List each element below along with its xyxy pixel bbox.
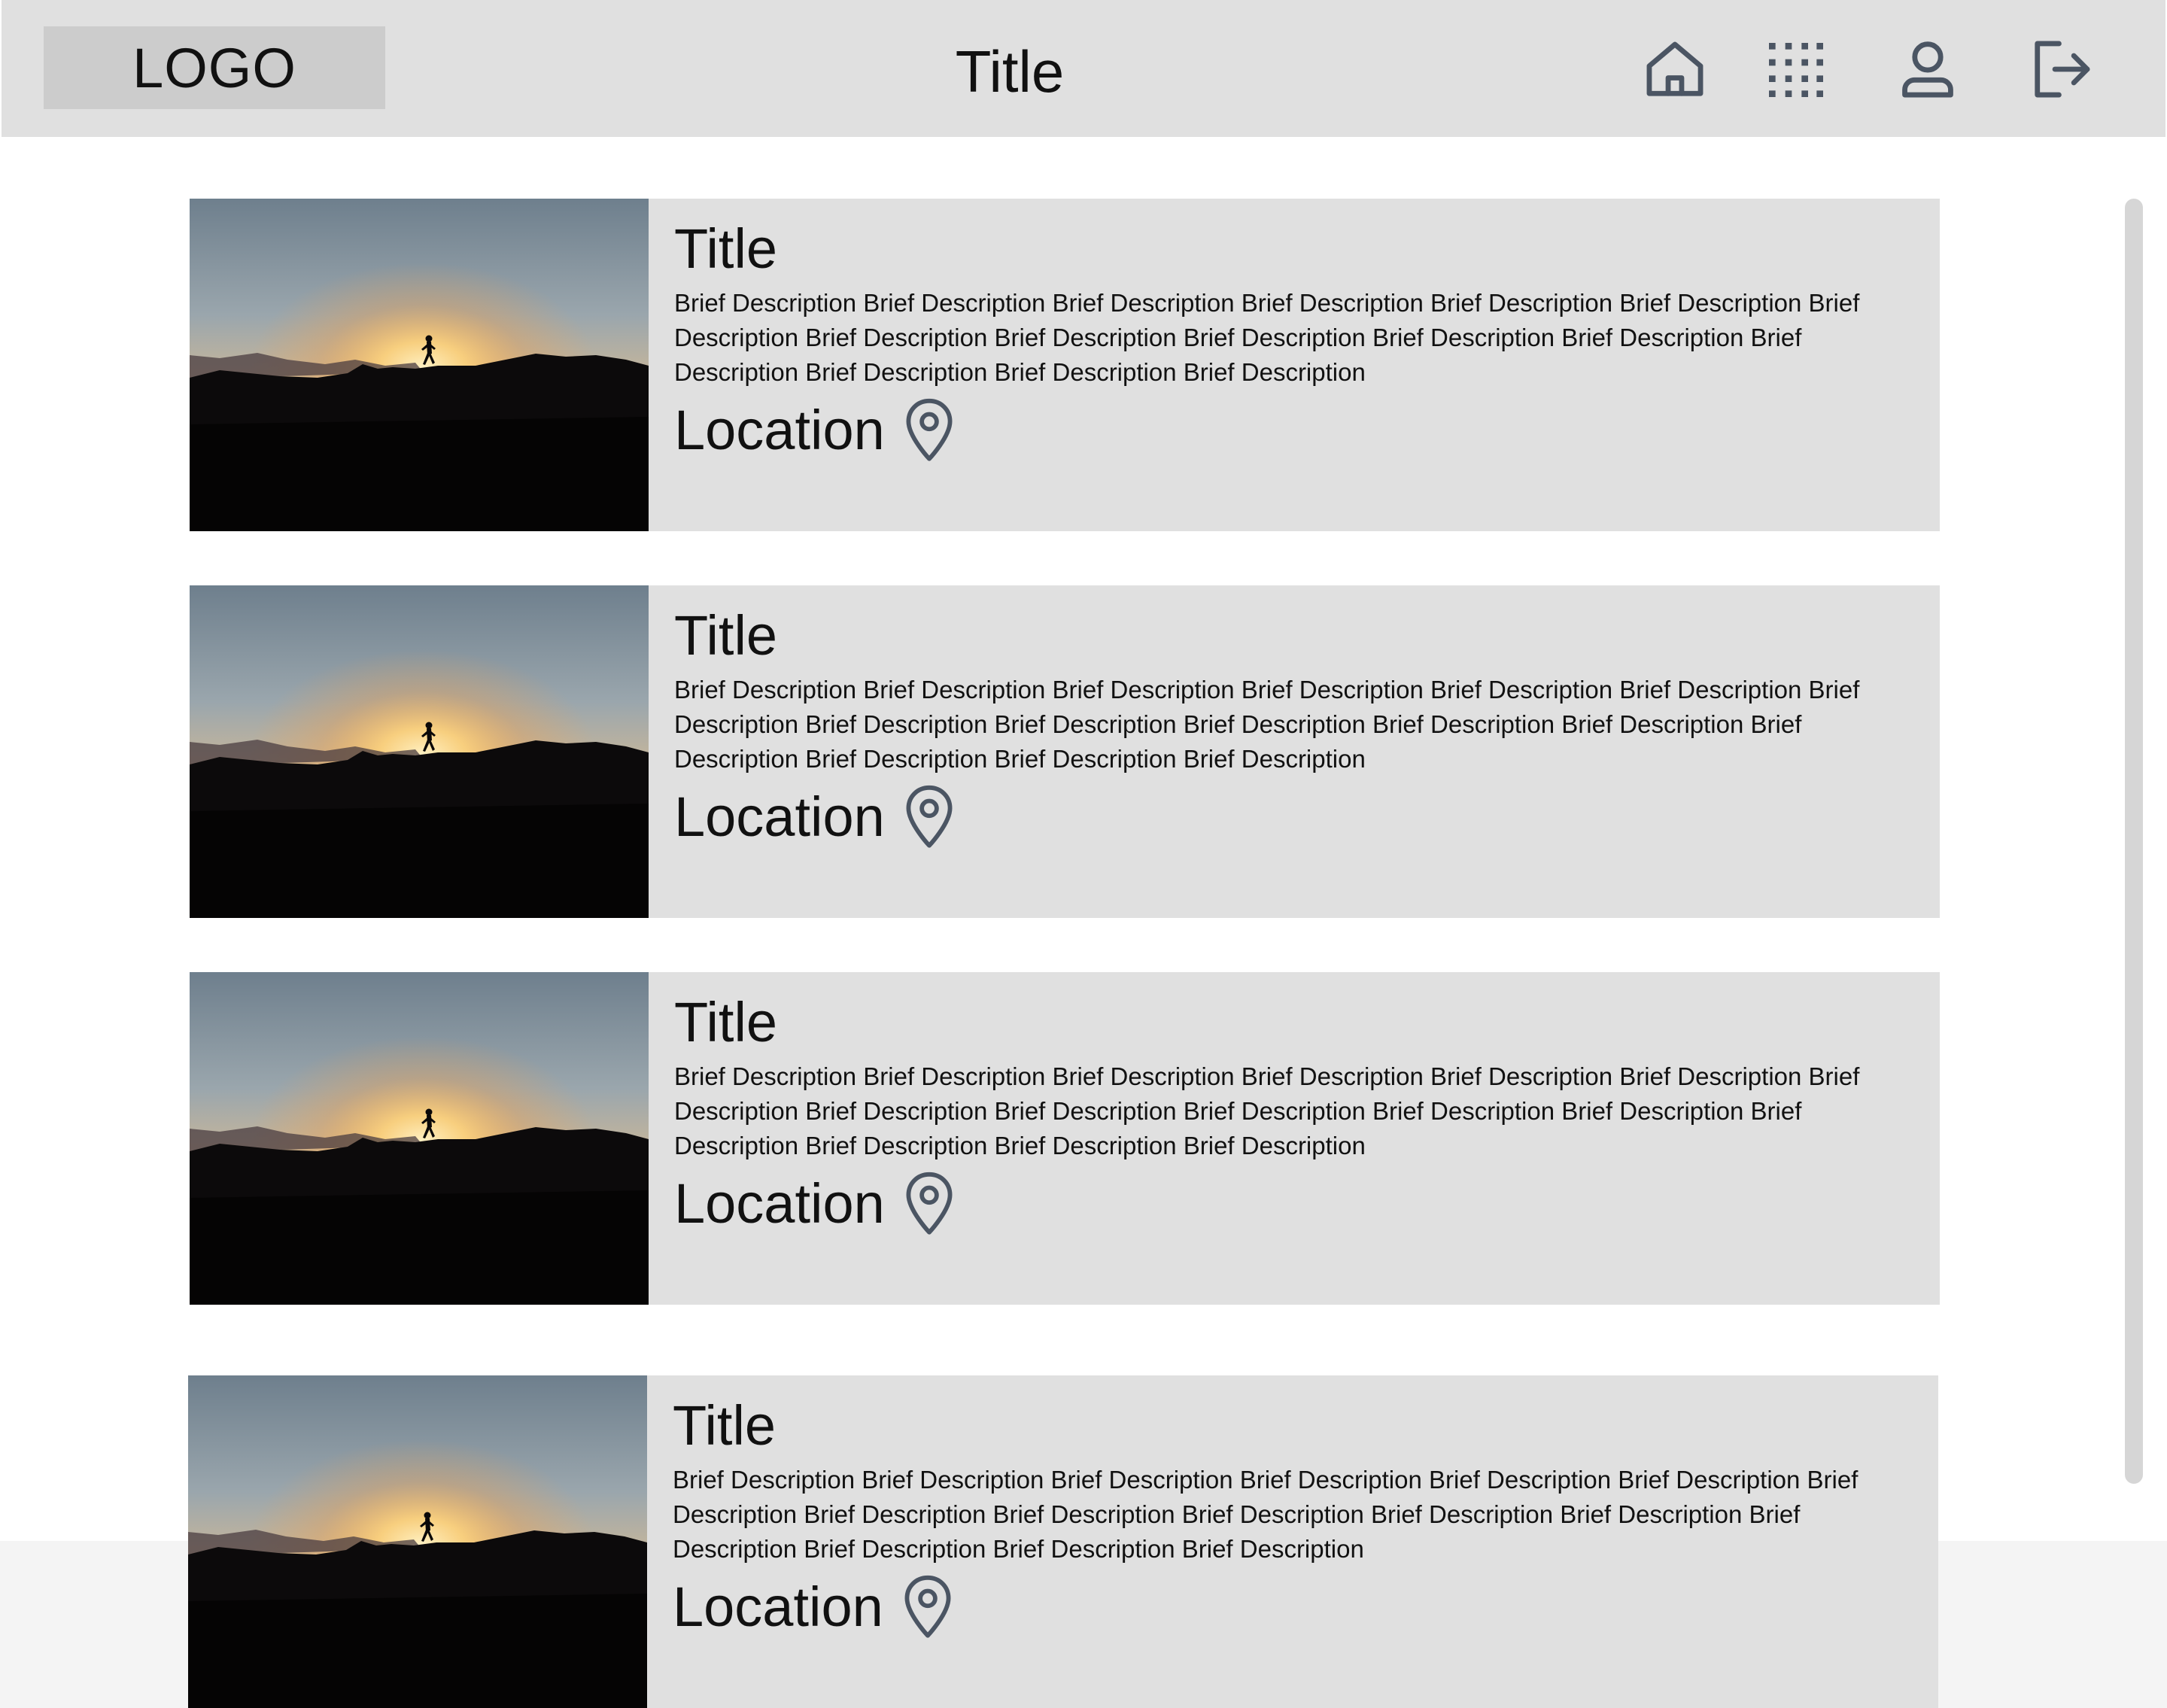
location-pin-icon (885, 397, 956, 464)
card-title: Title (673, 1394, 777, 1457)
scrollbar[interactable] (2125, 199, 2143, 1484)
card-image (190, 972, 649, 1305)
card-image (188, 1375, 647, 1708)
list-item[interactable]: Title Brief Description Brief Descriptio… (188, 1375, 1938, 1708)
card-title: Title (674, 217, 778, 280)
card-description: Brief Description Brief Description Brie… (673, 1466, 1859, 1563)
logout-icon[interactable] (2026, 33, 2098, 105)
card-description: Brief Description Brief Description Brie… (674, 676, 1860, 773)
card-description: Brief Description Brief Description Brie… (674, 1062, 1860, 1159)
user-icon[interactable] (1892, 33, 1964, 105)
location-pin-icon (885, 1170, 956, 1238)
card-description: Brief Description Brief Description Brie… (674, 289, 1860, 386)
card-location[interactable]: Location (673, 1570, 954, 1645)
apps-grid-icon[interactable] (1759, 33, 1831, 105)
card-location[interactable]: Location (674, 1166, 956, 1241)
header-bar: LOGO Title (2, 0, 2165, 137)
card-location-label: Location (673, 1576, 883, 1638)
list-item[interactable]: Title Brief Description Brief Descriptio… (190, 972, 1940, 1305)
card-location[interactable]: Location (674, 780, 956, 855)
home-icon[interactable] (1639, 33, 1711, 105)
card-image (190, 585, 649, 918)
page-title: Title (955, 38, 1065, 105)
list-item[interactable]: Title Brief Description Brief Descriptio… (190, 199, 1940, 531)
card-location-label: Location (674, 786, 885, 848)
card-location-label: Location (674, 1172, 885, 1235)
location-pin-icon (885, 783, 956, 851)
card-image (190, 199, 649, 531)
card-location-label: Location (674, 399, 885, 461)
card-title: Title (674, 991, 778, 1053)
location-pin-icon (883, 1573, 954, 1641)
card-title: Title (674, 604, 778, 667)
list-item[interactable]: Title Brief Description Brief Descriptio… (190, 585, 1940, 918)
logo[interactable]: LOGO (44, 26, 385, 109)
card-location[interactable]: Location (674, 393, 956, 468)
